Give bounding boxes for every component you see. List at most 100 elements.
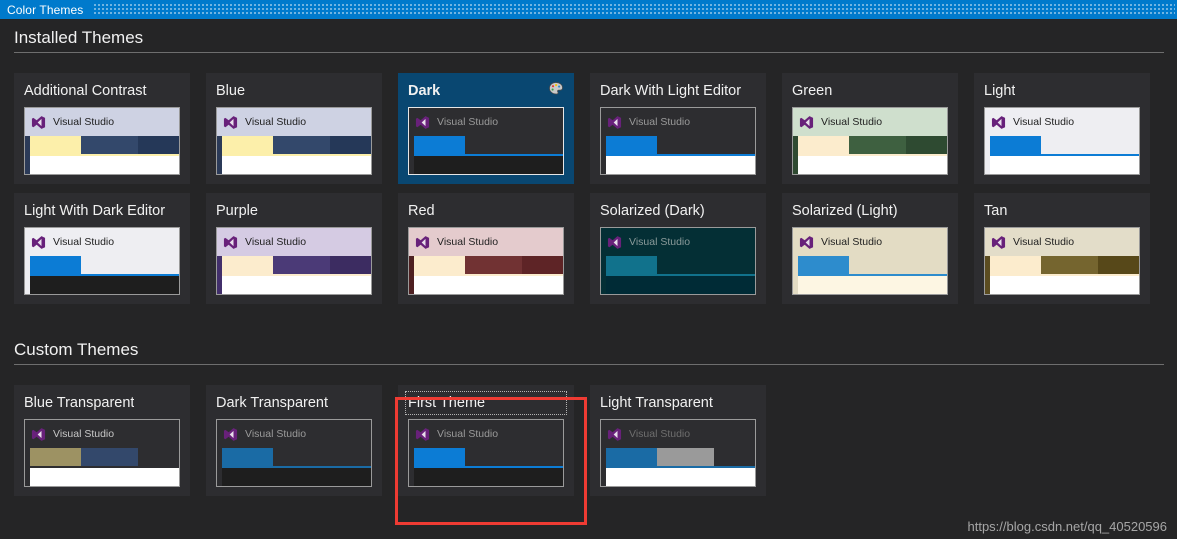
preview-titlebar: Visual Studio xyxy=(601,420,755,448)
preview-gutter xyxy=(217,256,222,294)
theme-card-dark[interactable]: Dark Visual Studio xyxy=(398,73,574,184)
dotted-grip-icon xyxy=(94,4,1175,15)
custom-themes-title: Custom Themes xyxy=(14,340,139,359)
preview-document-area xyxy=(985,156,1139,174)
theme-card-header: Additional Contrast xyxy=(24,80,180,102)
theme-card-header: Green xyxy=(792,80,948,102)
theme-card-additional-contrast[interactable]: Additional Contrast Visual Studio xyxy=(14,73,190,184)
preview-toolbar-row xyxy=(25,136,179,154)
palette-icon[interactable] xyxy=(548,81,564,102)
visual-studio-logo-icon xyxy=(607,427,622,441)
preview-gutter xyxy=(25,136,30,174)
preview-bar-secondary xyxy=(273,448,330,466)
theme-preview: Visual Studio xyxy=(216,419,372,487)
preview-bar-primary xyxy=(25,448,81,466)
preview-gutter xyxy=(985,136,990,174)
theme-card-title: Additional Contrast xyxy=(24,83,147,99)
preview-bar-secondary xyxy=(81,448,138,466)
theme-card-title: Light With Dark Editor xyxy=(24,203,166,219)
preview-accent-underline xyxy=(793,154,947,156)
preview-accent-underline xyxy=(25,154,179,156)
preview-titlebar: Visual Studio xyxy=(793,108,947,136)
theme-card-light-with-dark-editor[interactable]: Light With Dark Editor Visual Studio xyxy=(14,193,190,304)
preview-document-area xyxy=(217,156,371,174)
theme-card-title: Light xyxy=(984,83,1016,99)
visual-studio-logo-icon xyxy=(991,115,1006,129)
preview-app-name: Visual Studio xyxy=(821,116,883,128)
theme-card-green[interactable]: Green Visual Studio xyxy=(782,73,958,184)
preview-body xyxy=(217,256,371,294)
theme-card-title: Solarized (Light) xyxy=(792,203,898,219)
visual-studio-logo-icon xyxy=(223,235,238,249)
preview-bar-primary xyxy=(985,256,1041,274)
preview-titlebar: Visual Studio xyxy=(409,108,563,136)
preview-document-area xyxy=(601,276,755,294)
preview-toolbar-row xyxy=(409,256,563,274)
preview-gutter xyxy=(793,136,798,174)
section-divider xyxy=(14,364,1164,365)
preview-app-name: Visual Studio xyxy=(53,428,115,440)
tool-window-titlebar[interactable]: Color Themes xyxy=(0,0,1177,19)
preview-bar-primary xyxy=(25,256,81,274)
watermark-text: https://blog.csdn.net/qq_40520596 xyxy=(967,519,1168,534)
theme-preview: Visual Studio xyxy=(600,419,756,487)
preview-accent-underline xyxy=(409,274,563,276)
preview-body xyxy=(25,256,179,294)
theme-card-header: Solarized (Dark) xyxy=(600,200,756,222)
visual-studio-logo-icon xyxy=(607,115,622,129)
preview-accent-underline xyxy=(217,274,371,276)
visual-studio-logo-icon xyxy=(799,115,814,129)
preview-body xyxy=(409,256,563,294)
theme-card-header: Light xyxy=(984,80,1140,102)
theme-card-blue-transparent[interactable]: Blue Transparent Visual Studio xyxy=(14,385,190,496)
preview-bar-primary xyxy=(25,136,81,154)
theme-card-light-transparent[interactable]: Light Transparent Visual Studio xyxy=(590,385,766,496)
preview-gutter xyxy=(409,136,414,174)
preview-app-name: Visual Studio xyxy=(437,236,499,248)
preview-bar-secondary xyxy=(657,256,714,274)
preview-titlebar: Visual Studio xyxy=(217,420,371,448)
theme-card-first-theme[interactable]: First Theme Visual Studio xyxy=(398,385,574,496)
theme-card-dark-transparent[interactable]: Dark Transparent Visual Studio xyxy=(206,385,382,496)
preview-app-name: Visual Studio xyxy=(629,236,691,248)
theme-preview: Visual Studio xyxy=(984,227,1140,295)
theme-card-header: Purple xyxy=(216,200,372,222)
preview-bar-secondary xyxy=(657,136,714,154)
theme-card-dark-with-light-editor[interactable]: Dark With Light Editor Visual Studio xyxy=(590,73,766,184)
installed-themes-section-header: Installed Themes xyxy=(14,27,1164,53)
preview-toolbar-row xyxy=(601,256,755,274)
preview-toolbar-row xyxy=(409,448,563,466)
theme-preview: Visual Studio xyxy=(792,227,948,295)
palette-icon xyxy=(549,81,563,94)
preview-bar-secondary xyxy=(849,136,906,154)
theme-card-blue[interactable]: Blue Visual Studio xyxy=(206,73,382,184)
theme-card-light[interactable]: Light Visual Studio xyxy=(974,73,1150,184)
theme-card-red[interactable]: Red Visual Studio xyxy=(398,193,574,304)
preview-gutter xyxy=(217,136,222,174)
preview-gutter xyxy=(409,448,414,486)
theme-preview: Visual Studio xyxy=(600,107,756,175)
preview-document-area xyxy=(217,468,371,486)
preview-accent-underline xyxy=(601,274,755,276)
theme-card-tan[interactable]: Tan Visual Studio xyxy=(974,193,1150,304)
visual-studio-logo-icon xyxy=(991,235,1006,249)
preview-document-area xyxy=(25,156,179,174)
preview-titlebar: Visual Studio xyxy=(217,108,371,136)
preview-app-name: Visual Studio xyxy=(1013,236,1075,248)
preview-document-area xyxy=(409,276,563,294)
preview-bar-secondary xyxy=(657,448,714,466)
preview-gutter xyxy=(25,256,30,294)
preview-document-area xyxy=(601,156,755,174)
theme-card-solarized-light[interactable]: Solarized (Light) Visual Studio xyxy=(782,193,958,304)
preview-bar-secondary xyxy=(465,256,522,274)
preview-bar-secondary xyxy=(273,256,330,274)
theme-card-solarized-dark[interactable]: Solarized (Dark) Visual Studio xyxy=(590,193,766,304)
preview-body xyxy=(793,256,947,294)
theme-card-header: Light Transparent xyxy=(600,392,756,414)
preview-bar-secondary xyxy=(81,256,138,274)
preview-accent-underline xyxy=(217,154,371,156)
theme-card-title: Blue xyxy=(216,83,246,99)
theme-card-purple[interactable]: Purple Visual Studio xyxy=(206,193,382,304)
theme-card-title: Dark Transparent xyxy=(216,395,329,411)
preview-app-name: Visual Studio xyxy=(245,236,307,248)
